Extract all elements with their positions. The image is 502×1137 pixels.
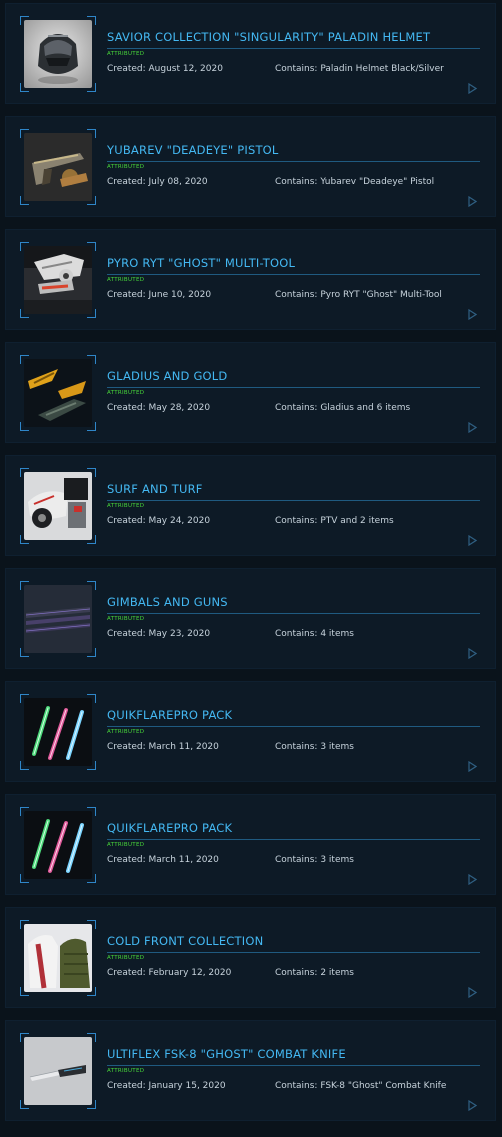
pledge-title[interactable]: YUBAREV "DEADEYE" PISTOL <box>107 143 279 157</box>
contains-summary: Contains: 4 items <box>275 629 354 639</box>
attributed-badge: ATTRIBUTED <box>107 503 145 509</box>
created-date: Created: March 11, 2020 <box>107 855 219 865</box>
pledge-thumbnail-frame <box>20 241 96 318</box>
attributed-badge: ATTRIBUTED <box>107 51 145 57</box>
created-date: Created: August 12, 2020 <box>107 64 223 74</box>
pledge-thumbnail[interactable] <box>24 245 92 314</box>
play-arrow-icon[interactable] <box>468 1096 478 1112</box>
contains-summary: Contains: Paladin Helmet Black/Silver <box>275 64 444 74</box>
pledge-item[interactable]: QUIKFLAREPRO PACK ATTRIBUTED Created: Ma… <box>5 794 496 895</box>
pledge-thumbnail-frame <box>20 128 96 205</box>
title-divider <box>107 839 480 840</box>
attributed-badge: ATTRIBUTED <box>107 164 145 170</box>
pledge-thumbnail-frame <box>20 15 96 92</box>
pledge-thumbnail[interactable] <box>24 471 92 540</box>
created-date: Created: May 24, 2020 <box>107 516 211 526</box>
attributed-badge: ATTRIBUTED <box>107 277 145 283</box>
play-arrow-icon[interactable] <box>468 418 478 434</box>
attributed-badge: ATTRIBUTED <box>107 955 145 961</box>
pledge-thumbnail-frame <box>20 693 96 770</box>
play-arrow-icon[interactable] <box>468 983 478 999</box>
attributed-badge: ATTRIBUTED <box>107 1068 145 1074</box>
pledge-title[interactable]: GIMBALS AND GUNS <box>107 595 228 609</box>
pledge-thumbnail[interactable] <box>24 923 92 992</box>
attributed-badge: ATTRIBUTED <box>107 390 145 396</box>
attributed-badge: ATTRIBUTED <box>107 842 145 848</box>
title-divider <box>107 161 480 162</box>
pledge-item[interactable]: COLD FRONT COLLECTION ATTRIBUTED Created… <box>5 907 496 1008</box>
contains-summary: Contains: 3 items <box>275 742 354 752</box>
pledge-item[interactable]: SAVIOR COLLECTION "SINGULARITY" PALADIN … <box>5 3 496 104</box>
created-date: Created: January 15, 2020 <box>107 1081 226 1091</box>
pledge-title[interactable]: PYRO RYT "GHOST" MULTI-TOOL <box>107 256 295 270</box>
created-date: Created: July 08, 2020 <box>107 177 208 187</box>
pledge-title[interactable]: COLD FRONT COLLECTION <box>107 934 263 948</box>
contains-summary: Contains: FSK-8 "Ghost" Combat Knife <box>275 1081 447 1091</box>
pledge-thumbnail[interactable] <box>24 132 92 201</box>
pledge-item[interactable]: YUBAREV "DEADEYE" PISTOL ATTRIBUTED Crea… <box>5 116 496 217</box>
play-arrow-icon[interactable] <box>468 644 478 660</box>
pledge-item[interactable]: GIMBALS AND GUNS ATTRIBUTED Created: May… <box>5 568 496 669</box>
created-date: Created: June 10, 2020 <box>107 290 212 300</box>
title-divider <box>107 613 480 614</box>
pledge-item[interactable]: QUIKFLAREPRO PACK ATTRIBUTED Created: Ma… <box>5 681 496 782</box>
contains-summary: Contains: Pyro RYT "Ghost" Multi-Tool <box>275 290 442 300</box>
attributed-badge: ATTRIBUTED <box>107 729 145 735</box>
attributed-badge: ATTRIBUTED <box>107 616 145 622</box>
created-date: Created: May 28, 2020 <box>107 403 211 413</box>
contains-summary: Contains: PTV and 2 items <box>275 516 394 526</box>
play-arrow-icon[interactable] <box>468 870 478 886</box>
pledge-title[interactable]: GLADIUS AND GOLD <box>107 369 227 383</box>
title-divider <box>107 274 480 275</box>
pledge-title[interactable]: QUIKFLAREPRO PACK <box>107 708 232 722</box>
pledge-item[interactable]: SURF AND TURF ATTRIBUTED Created: May 24… <box>5 455 496 556</box>
contains-summary: Contains: 2 items <box>275 968 354 978</box>
play-arrow-icon[interactable] <box>468 79 478 95</box>
contains-summary: Contains: Gladius and 6 items <box>275 403 411 413</box>
pledge-item[interactable]: ULTIFLEX FSK-8 "GHOST" COMBAT KNIFE ATTR… <box>5 1020 496 1121</box>
play-arrow-icon[interactable] <box>468 531 478 547</box>
play-arrow-icon[interactable] <box>468 757 478 773</box>
pledge-item[interactable]: PYRO RYT "GHOST" MULTI-TOOL ATTRIBUTED C… <box>5 229 496 330</box>
title-divider <box>107 1065 480 1066</box>
created-date: Created: February 12, 2020 <box>107 968 232 978</box>
title-divider <box>107 952 480 953</box>
contains-summary: Contains: 3 items <box>275 855 354 865</box>
pledge-thumbnail[interactable] <box>24 697 92 766</box>
pledge-thumbnail-frame <box>20 806 96 883</box>
pledge-title[interactable]: QUIKFLAREPRO PACK <box>107 821 232 835</box>
created-date: Created: May 23, 2020 <box>107 629 211 639</box>
pledge-title[interactable]: ULTIFLEX FSK-8 "GHOST" COMBAT KNIFE <box>107 1047 346 1061</box>
play-arrow-icon[interactable] <box>468 305 478 321</box>
pledge-thumbnail-frame <box>20 919 96 996</box>
pledge-thumbnail-frame <box>20 354 96 431</box>
pledge-thumbnail[interactable] <box>24 358 92 427</box>
created-date: Created: March 11, 2020 <box>107 742 219 752</box>
title-divider <box>107 387 480 388</box>
pledge-thumbnail[interactable] <box>24 810 92 879</box>
pledge-thumbnail-frame <box>20 1032 96 1109</box>
pledge-thumbnail[interactable] <box>24 1036 92 1105</box>
pledge-item[interactable]: GLADIUS AND GOLD ATTRIBUTED Created: May… <box>5 342 496 443</box>
title-divider <box>107 48 480 49</box>
play-arrow-icon[interactable] <box>468 192 478 208</box>
pledge-thumbnail[interactable] <box>24 584 92 653</box>
contains-summary: Contains: Yubarev "Deadeye" Pistol <box>275 177 435 187</box>
pledge-title[interactable]: SAVIOR COLLECTION "SINGULARITY" PALADIN … <box>107 30 430 44</box>
pledge-thumbnail-frame <box>20 580 96 657</box>
pledge-thumbnail[interactable] <box>24 19 92 88</box>
title-divider <box>107 500 480 501</box>
title-divider <box>107 726 480 727</box>
pledge-title[interactable]: SURF AND TURF <box>107 482 203 496</box>
pledge-thumbnail-frame <box>20 467 96 544</box>
